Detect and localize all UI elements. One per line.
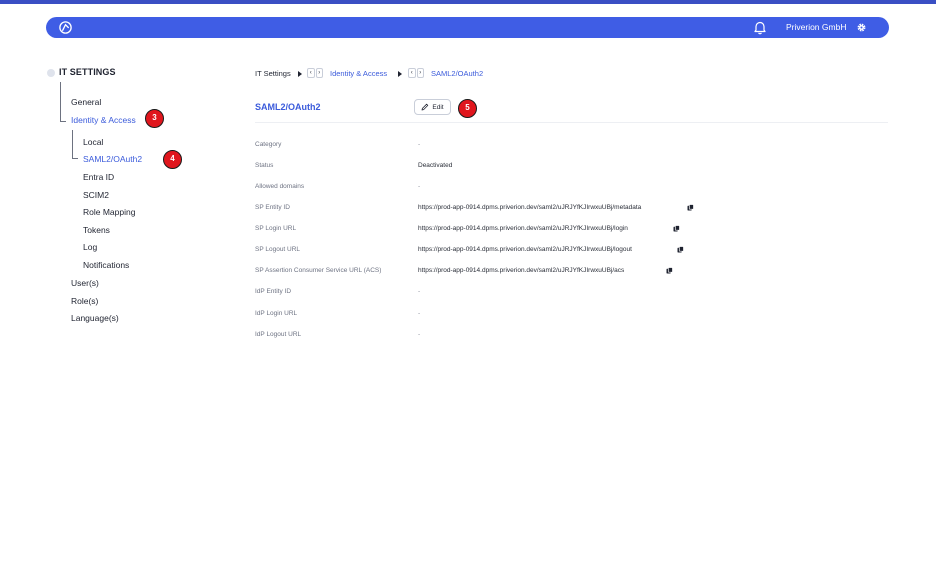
sidebar-item-users[interactable]: User(s) (71, 278, 99, 289)
breadcrumb-separator-icon (398, 71, 402, 77)
sidebar-item-scim2[interactable]: SCIM2 (83, 190, 109, 201)
detail-label-idp-logout-url: IdP Logout URL (255, 331, 302, 338)
breadcrumb-saml2-oauth2[interactable]: SAML2/OAuth2 (431, 69, 483, 79)
sidebar-item-notifications[interactable]: Notifications (83, 260, 129, 271)
detail-label-idp-login-url: IdP Login URL (255, 310, 298, 317)
section-dot (47, 69, 55, 77)
sidebar-item-tokens[interactable]: Tokens (83, 225, 110, 236)
breadcrumb-identity-access[interactable]: Identity & Access (330, 69, 387, 79)
breadcrumb-root[interactable]: IT Settings (255, 69, 291, 79)
chevron-right-icon[interactable]: › (416, 68, 424, 78)
breadcrumb-separator-icon (298, 71, 302, 77)
tree-connector (72, 158, 78, 159)
sidebar-item-saml2-oauth2[interactable]: SAML2/OAuth2 (83, 154, 142, 165)
detail-label-sp-login-url: SP Login URL (255, 225, 297, 232)
detail-label-sp-entity-id: SP Entity ID (255, 204, 290, 211)
bell-icon[interactable] (753, 20, 767, 35)
tree-connector (60, 121, 66, 122)
tree-connector (72, 130, 73, 159)
detail-value-idp-entity-id: - (418, 288, 421, 295)
detail-value-sp-entity-id: https://prod-app-0914.dpms.priverion.dev… (418, 204, 642, 211)
page-title: SAML2/OAuth2 (255, 102, 321, 112)
chevron-left-icon[interactable]: ‹ (307, 68, 315, 78)
gear-icon[interactable] (856, 22, 867, 33)
detail-label-sp-logout-url: SP Logout URL (255, 246, 301, 253)
sidebar-item-entra-id[interactable]: Entra ID (83, 172, 114, 183)
sidebar-item-identity-access[interactable]: Identity & Access (71, 115, 136, 126)
sidebar-item-languages[interactable]: Language(s) (71, 313, 119, 324)
step-badge-5: 5 (458, 99, 477, 118)
chevron-left-icon[interactable]: ‹ (408, 68, 416, 78)
detail-value-status: Deactivated (418, 162, 453, 169)
sidebar-item-role-mapping[interactable]: Role Mapping (83, 207, 135, 218)
detail-value-sp-logout-url: https://prod-app-0914.dpms.priverion.dev… (418, 246, 632, 253)
copy-icon[interactable] (666, 267, 673, 274)
copy-icon[interactable] (687, 204, 694, 211)
copy-icon[interactable] (677, 246, 684, 253)
sidebar-title: IT SETTINGS (59, 67, 116, 77)
copy-icon[interactable] (673, 225, 680, 232)
detail-label-idp-entity-id: IdP Entity ID (255, 288, 292, 295)
detail-value-idp-logout-url: - (418, 331, 421, 338)
top-accent-strip (0, 0, 936, 4)
sidebar-item-general[interactable]: General (71, 97, 101, 108)
detail-value-sp-login-url: https://prod-app-0914.dpms.priverion.dev… (418, 225, 628, 232)
chevron-right-icon[interactable]: › (315, 68, 323, 78)
detail-label-sp-acs-url: SP Assertion Consumer Service URL (ACS) (255, 267, 382, 274)
detail-value-category: - (418, 141, 421, 148)
detail-label-status: Status (255, 162, 274, 169)
breadcrumb-nav-arrows: ‹ › (408, 68, 424, 78)
tree-connector (60, 82, 61, 122)
step-badge-4: 4 (163, 150, 182, 169)
breadcrumb-nav-arrows: ‹ › (307, 68, 323, 78)
sidebar-item-local[interactable]: Local (83, 137, 103, 148)
detail-label-category: Category (255, 141, 282, 148)
company-name[interactable]: Priverion GmbH (786, 21, 846, 34)
sidebar-item-roles[interactable]: Role(s) (71, 296, 98, 307)
detail-value-sp-acs-url: https://prod-app-0914.dpms.priverion.dev… (418, 267, 625, 274)
sidebar-item-log[interactable]: Log (83, 242, 97, 253)
edit-button[interactable]: Edit (414, 99, 451, 115)
step-badge-3: 3 (145, 109, 164, 128)
detail-value-allowed-domains: - (418, 183, 421, 190)
detail-label-allowed-domains: Allowed domains (255, 183, 305, 190)
detail-value-idp-login-url: - (418, 310, 421, 317)
pencil-icon (421, 103, 429, 111)
edit-button-label: Edit (432, 103, 444, 111)
top-navbar: Priverion GmbH (46, 17, 889, 38)
header-divider (255, 122, 888, 123)
priverion-logo-icon[interactable] (58, 20, 73, 35)
